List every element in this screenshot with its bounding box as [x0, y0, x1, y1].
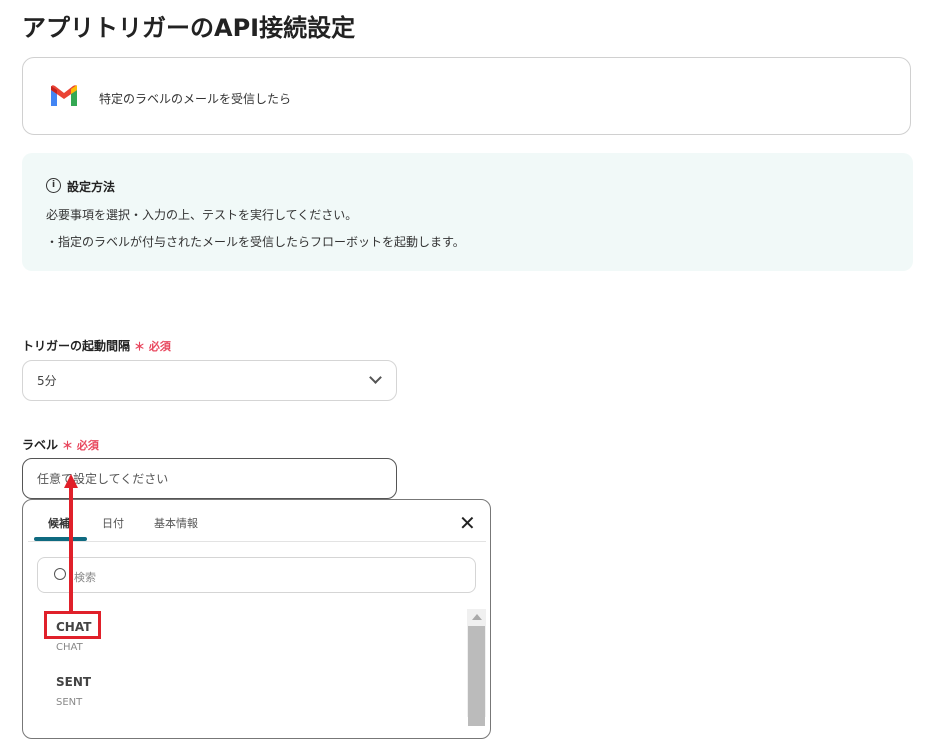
- scroll-up-icon[interactable]: [471, 614, 482, 620]
- label-field-label-text: ラベル: [22, 438, 59, 452]
- annotation-highlight-box: [44, 611, 101, 639]
- chevron-down-icon: [369, 371, 382, 384]
- label-input-placeholder: 任意で設定してください: [37, 472, 169, 486]
- search-placeholder: 検索: [74, 571, 96, 584]
- info-line: ・指定のラベルが付与されたメールを受信したらフローボットを起動します。: [46, 235, 465, 249]
- scrollbar[interactable]: [467, 609, 486, 726]
- gmail-icon: [51, 85, 77, 106]
- info-line: 必要事項を選択・入力の上、テストを実行してください。: [46, 208, 358, 222]
- info-icon: i: [46, 178, 61, 193]
- interval-select[interactable]: 5分: [22, 360, 397, 401]
- interval-label-text: トリガーの起動間隔: [22, 339, 131, 353]
- required-badge: ＊ 必須: [62, 439, 99, 452]
- info-title: 設定方法: [67, 180, 116, 194]
- interval-value: 5分: [37, 374, 57, 388]
- close-icon[interactable]: ✕: [459, 511, 476, 535]
- tab-date[interactable]: 日付: [102, 515, 124, 531]
- page-title: アプリトリガーのAPI接続設定: [22, 14, 356, 42]
- list-item-sub: CHAT: [56, 642, 83, 653]
- label-input[interactable]: 任意で設定してください: [22, 458, 397, 499]
- search-input[interactable]: 検索: [37, 557, 476, 593]
- divider: [28, 541, 486, 542]
- scrollbar-thumb[interactable]: [468, 626, 485, 726]
- tab-basic-info[interactable]: 基本情報: [154, 515, 198, 531]
- label-field-label: ラベル＊ 必須: [22, 434, 99, 453]
- list-item-name[interactable]: SENT: [56, 675, 91, 689]
- interval-label: トリガーの起動間隔＊ 必須: [22, 335, 171, 354]
- info-box: i 設定方法 必要事項を選択・入力の上、テストを実行してください。 ・指定のラベ…: [22, 153, 913, 271]
- annotation-arrow: [69, 487, 73, 611]
- required-badge: ＊ 必須: [134, 340, 171, 353]
- list-item-sub: SENT: [56, 697, 83, 708]
- annotation-arrowhead-icon: [64, 474, 78, 488]
- trigger-card: 特定のラベルのメールを受信したら: [22, 57, 911, 135]
- tab-candidates[interactable]: 候補: [48, 515, 70, 531]
- search-icon: [54, 568, 66, 580]
- trigger-description: 特定のラベルのメールを受信したら: [99, 92, 292, 106]
